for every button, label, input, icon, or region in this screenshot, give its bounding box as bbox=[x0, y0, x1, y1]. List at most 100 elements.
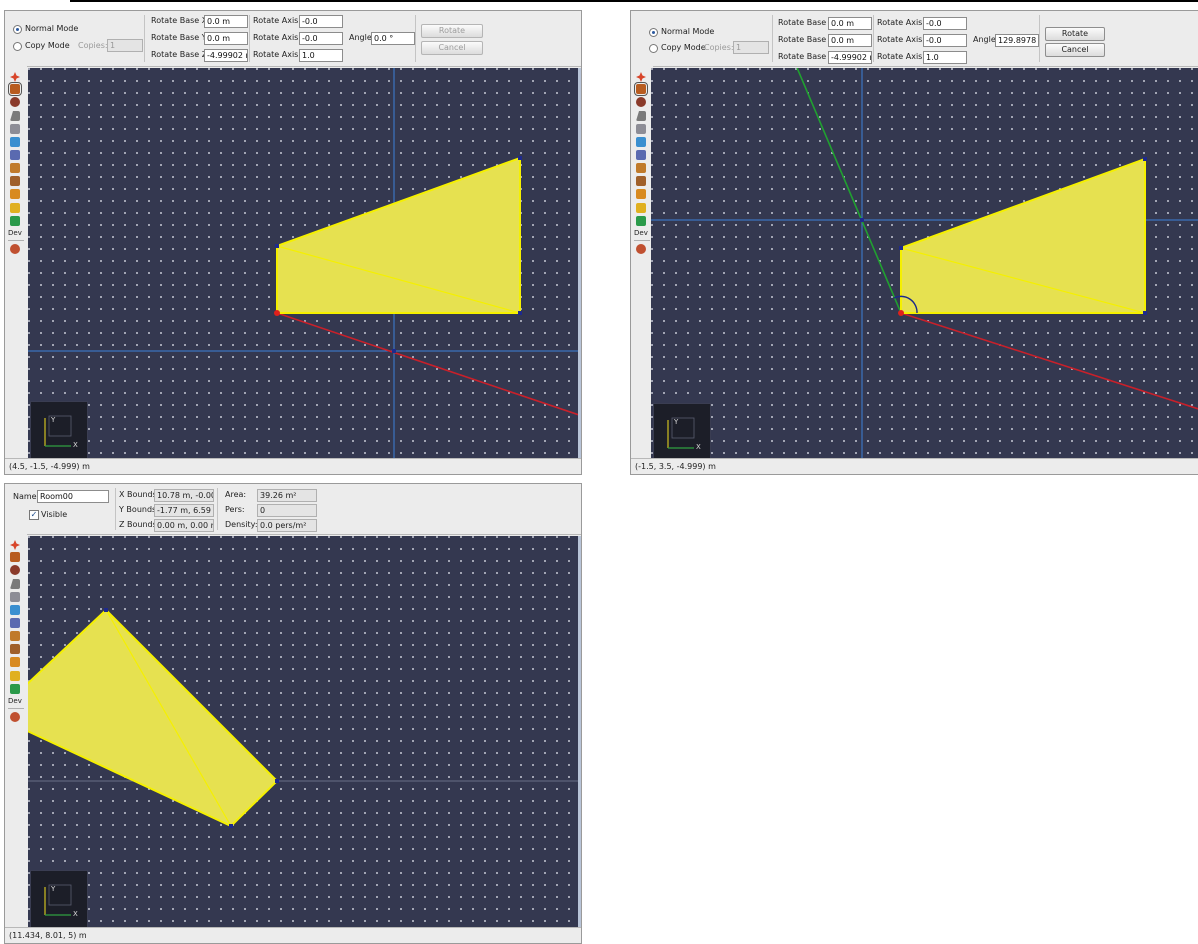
cabinet-icon[interactable] bbox=[10, 644, 20, 654]
occupant-icon[interactable] bbox=[636, 203, 646, 213]
wall-icon[interactable] bbox=[10, 124, 20, 134]
rotate-icon[interactable] bbox=[634, 82, 648, 96]
vertex-handle[interactable] bbox=[899, 246, 903, 250]
door-icon[interactable] bbox=[636, 150, 646, 160]
door-icon[interactable] bbox=[10, 150, 20, 160]
rotate-base-x-field[interactable]: 0.0 m bbox=[828, 17, 872, 30]
cancel-button[interactable]: Cancel bbox=[421, 41, 483, 55]
rotate-axis-x-field[interactable]: -0.0 bbox=[923, 17, 967, 30]
group-icon[interactable] bbox=[10, 684, 20, 694]
cabinet-icon[interactable] bbox=[636, 176, 646, 186]
dev-icon[interactable] bbox=[10, 244, 20, 254]
room-icon[interactable] bbox=[10, 579, 20, 589]
rotate-axis-z-field[interactable]: 1.0 bbox=[299, 49, 343, 62]
dev-icon[interactable] bbox=[636, 244, 646, 254]
wall-icon[interactable] bbox=[10, 592, 20, 602]
obstacle-icon[interactable] bbox=[636, 189, 646, 199]
vertex-handle[interactable] bbox=[1143, 311, 1147, 315]
red-rotation-line bbox=[276, 312, 581, 417]
copy-mode-radio[interactable] bbox=[13, 42, 22, 51]
z-bounds-field: 0.00 m, 0.00 m bbox=[154, 519, 214, 532]
rotate-base-x-field[interactable]: 0.0 m bbox=[204, 15, 248, 28]
rotate-axis-y-field[interactable]: -0.0 bbox=[299, 32, 343, 45]
rotate-base-z-field[interactable]: -4.99902 m bbox=[828, 51, 872, 64]
axis-widget: Y X bbox=[30, 401, 88, 458]
rotate-panel-before: Normal Mode Copy Mode Copies: 1 Rotate B… bbox=[4, 10, 582, 475]
rotate-axis-z-field[interactable]: 1.0 bbox=[923, 51, 967, 64]
vertex-handle[interactable] bbox=[275, 244, 279, 248]
vertex-handle[interactable] bbox=[518, 311, 522, 315]
drawing-canvas[interactable]: Y X bbox=[28, 68, 581, 458]
floor-icon[interactable] bbox=[10, 137, 20, 147]
rotate-button[interactable]: Rotate bbox=[421, 24, 483, 38]
axis-widget: Y X bbox=[653, 403, 711, 458]
vertical-scrollbar[interactable] bbox=[578, 536, 581, 927]
rotation-pivot[interactable] bbox=[274, 310, 280, 316]
room-icon[interactable] bbox=[10, 111, 20, 121]
copies-field[interactable]: 1 bbox=[107, 39, 143, 52]
cancel-button[interactable]: Cancel bbox=[1045, 43, 1105, 57]
rotate-axis-x-field[interactable]: -0.0 bbox=[299, 15, 343, 28]
person-icon[interactable] bbox=[10, 97, 20, 107]
stairs-icon[interactable] bbox=[10, 631, 20, 641]
visible-label: Visible bbox=[41, 510, 68, 519]
copy-mode-radio[interactable] bbox=[649, 44, 658, 53]
rotate-button[interactable]: Rotate bbox=[1045, 27, 1105, 41]
vertex-handle[interactable] bbox=[229, 824, 233, 828]
occupant-icon[interactable] bbox=[10, 203, 20, 213]
rotate-base-z-field[interactable]: -4.99902 m bbox=[204, 49, 248, 62]
door-icon[interactable] bbox=[10, 618, 20, 628]
vertex-handle[interactable] bbox=[1143, 157, 1147, 161]
person-icon[interactable] bbox=[636, 97, 646, 107]
stairs-icon[interactable] bbox=[10, 163, 20, 173]
normal-mode-radio[interactable] bbox=[649, 28, 658, 37]
room-polygon[interactable] bbox=[900, 157, 1146, 314]
person-icon[interactable] bbox=[10, 565, 20, 575]
rotate-base-y-field[interactable]: 0.0 m bbox=[828, 34, 872, 47]
angle-field[interactable]: 0.0 ° bbox=[371, 32, 415, 45]
visible-checkbox[interactable]: ✓ bbox=[29, 510, 39, 520]
obstacle-icon[interactable] bbox=[10, 657, 20, 667]
group-icon[interactable] bbox=[636, 216, 646, 226]
copies-field[interactable]: 1 bbox=[733, 41, 769, 54]
rotate-icon[interactable] bbox=[8, 82, 22, 96]
top-border bbox=[70, 0, 1198, 2]
dev-icon[interactable] bbox=[10, 712, 20, 722]
vertex-handle[interactable] bbox=[275, 779, 279, 783]
angle-field[interactable]: 129.8978 ° bbox=[995, 34, 1039, 47]
move-icon[interactable] bbox=[636, 72, 646, 82]
obstacle-icon[interactable] bbox=[10, 189, 20, 199]
copies-label: Copies: bbox=[78, 41, 108, 50]
vertical-scrollbar[interactable] bbox=[578, 68, 581, 458]
rotate-panel-after: Normal Mode Copy Mode Copies: 1 Rotate B… bbox=[630, 10, 1198, 475]
rotate-axis-y-field[interactable]: -0.0 bbox=[923, 34, 967, 47]
vertex-handle[interactable] bbox=[392, 349, 396, 353]
move-icon[interactable] bbox=[10, 540, 20, 550]
stairs-icon[interactable] bbox=[636, 163, 646, 173]
occupant-icon[interactable] bbox=[10, 671, 20, 681]
rotate-base-y-field[interactable]: 0.0 m bbox=[204, 32, 248, 45]
status-bar: (4.5, -1.5, -4.999) m bbox=[5, 458, 581, 474]
move-icon[interactable] bbox=[10, 72, 20, 82]
floor-icon[interactable] bbox=[10, 605, 20, 615]
drawing-canvas[interactable]: Y X bbox=[651, 68, 1198, 458]
room-name-field[interactable]: Room00 bbox=[37, 490, 109, 503]
rotate-icon[interactable] bbox=[10, 552, 20, 562]
area-label: Area: bbox=[225, 490, 247, 499]
vertex-handle[interactable] bbox=[860, 218, 864, 222]
cabinet-icon[interactable] bbox=[10, 176, 20, 186]
room-icon[interactable] bbox=[636, 111, 646, 121]
rotate-toolbar: Normal Mode Copy Mode Copies: 1 Rotate B… bbox=[5, 11, 581, 67]
room-polygon[interactable] bbox=[28, 608, 279, 828]
drawing-canvas[interactable]: Y X bbox=[28, 536, 581, 927]
vertex-handle[interactable] bbox=[518, 156, 522, 160]
room-polygon[interactable] bbox=[276, 156, 521, 314]
group-icon[interactable] bbox=[10, 216, 20, 226]
vertex-handle[interactable] bbox=[104, 608, 108, 612]
normal-mode-radio[interactable] bbox=[13, 25, 22, 34]
canvas-drawing bbox=[651, 68, 1198, 458]
rotation-pivot[interactable] bbox=[898, 310, 904, 316]
wall-icon[interactable] bbox=[636, 124, 646, 134]
red-rotation-line bbox=[900, 312, 1198, 410]
floor-icon[interactable] bbox=[636, 137, 646, 147]
